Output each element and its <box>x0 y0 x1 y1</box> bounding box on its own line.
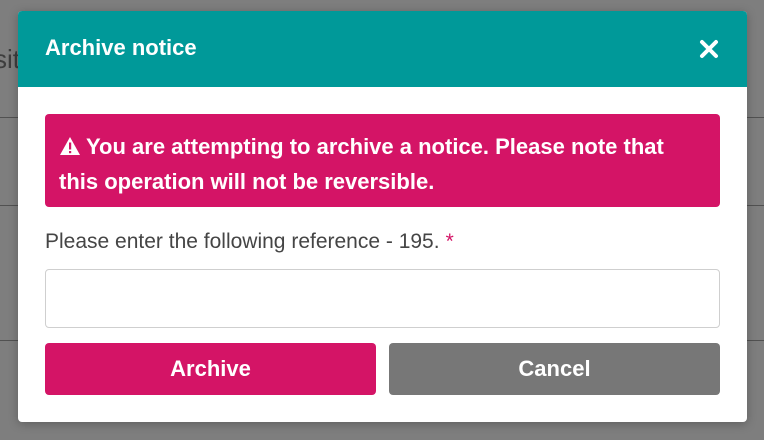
reference-label: Please enter the following reference - 1… <box>45 230 454 254</box>
cancel-button[interactable]: Cancel <box>389 343 720 395</box>
alert-message: You are attempting to archive a notice. … <box>59 134 664 194</box>
reference-input[interactable] <box>45 269 720 328</box>
required-marker: * <box>445 230 454 253</box>
warning-alert: You are attempting to archive a notice. … <box>45 114 720 207</box>
warning-icon <box>59 131 81 155</box>
dialog-header: Archive notice <box>18 11 747 87</box>
archive-notice-dialog: Archive notice You are attempting to arc… <box>18 11 747 422</box>
reference-label-text: Please enter the following reference - 1… <box>45 230 440 253</box>
close-icon[interactable] <box>698 38 720 60</box>
dialog-title: Archive notice <box>45 35 197 60</box>
archive-button[interactable]: Archive <box>45 343 376 395</box>
